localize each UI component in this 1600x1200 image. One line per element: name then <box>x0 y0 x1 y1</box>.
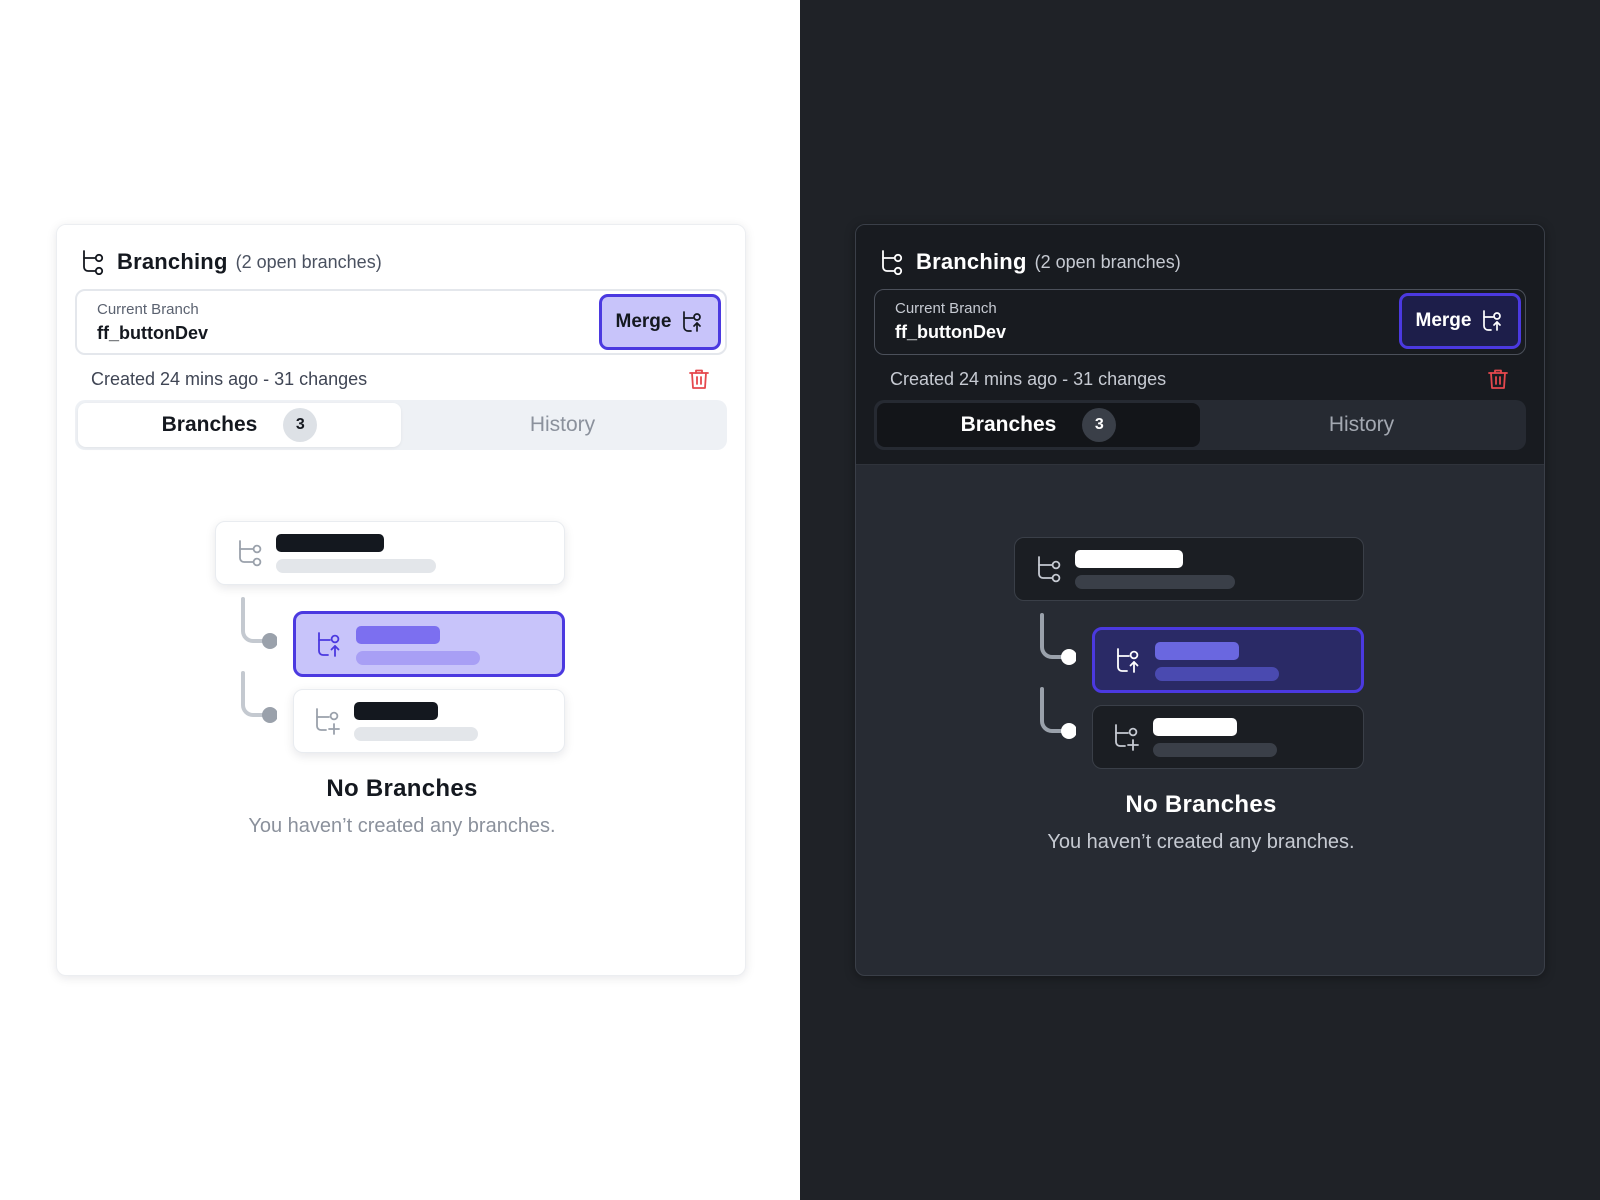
branch-icon <box>878 249 904 275</box>
branches-count-badge: 3 <box>1082 408 1117 442</box>
tab-branches-label: Branches <box>960 413 1057 436</box>
tab-history[interactable]: History <box>401 403 724 447</box>
placeholder-subtitle-bar <box>276 559 436 573</box>
tab-history[interactable]: History <box>1200 403 1523 447</box>
merge-button[interactable]: Merge <box>599 294 721 350</box>
empty-state-illustration <box>1014 537 1374 777</box>
current-branch-name: ff_buttonDev <box>97 323 208 343</box>
illustration-card-branch <box>215 521 565 585</box>
branch-icon <box>234 538 264 568</box>
placeholder-title-bar <box>1153 718 1237 736</box>
branch-icon <box>1033 554 1063 584</box>
merge-icon <box>1480 309 1504 333</box>
tab-branches[interactable]: Branches 3 <box>877 403 1200 447</box>
current-branch-box: Current Branch ff_buttonDev Merge <box>75 289 727 355</box>
open-branches-count: (2 open branches) <box>1034 251 1181 272</box>
placeholder-subtitle-bar <box>354 727 478 741</box>
branch-tabs: Branches 3 History <box>874 400 1526 450</box>
branch-icon <box>79 249 105 275</box>
tab-branches-label: Branches <box>161 413 258 436</box>
dark-theme-area: Branching (2 open branches) Current Bran… <box>800 0 1600 1200</box>
placeholder-subtitle-bar <box>1155 667 1279 681</box>
merge-button-label: Merge <box>615 311 672 332</box>
open-branches-count: (2 open branches) <box>235 251 382 272</box>
placeholder-subtitle-bar <box>1153 743 1277 757</box>
add-branch-icon <box>1111 722 1141 752</box>
panel-header-section: Branching (2 open branches) Current Bran… <box>856 225 1544 465</box>
current-branch-box: Current Branch ff_buttonDev Merge <box>874 289 1526 355</box>
merge-icon <box>1113 646 1143 676</box>
tree-connector <box>1036 613 1077 665</box>
empty-state-illustration <box>215 521 575 761</box>
illustration-card-branch <box>1014 537 1364 601</box>
light-theme-area: Branching (2 open branches) Current Bran… <box>0 0 800 1200</box>
merge-icon <box>680 310 704 334</box>
panel-title-row: Branching (2 open branches) <box>878 247 1181 277</box>
placeholder-title-bar <box>356 626 440 644</box>
illustration-card-merge <box>293 611 565 677</box>
merge-button-label: Merge <box>1415 310 1472 331</box>
illustration-card-add-branch <box>1092 705 1364 769</box>
tree-connector <box>1036 687 1077 739</box>
empty-state-title: No Branches <box>1125 791 1277 818</box>
empty-state-title: No Branches <box>326 775 478 802</box>
branch-tabs: Branches 3 History <box>75 400 727 450</box>
branching-panel-light: Branching (2 open branches) Current Bran… <box>56 224 746 976</box>
merge-button[interactable]: Merge <box>1399 293 1521 349</box>
placeholder-title-bar <box>276 534 384 552</box>
panel-header-section: Branching (2 open branches) Current Bran… <box>57 225 745 465</box>
branching-panel-dark: Branching (2 open branches) Current Bran… <box>855 224 1545 976</box>
empty-state-subtitle: You haven’t created any branches. <box>1047 831 1355 853</box>
tab-branches[interactable]: Branches 3 <box>78 403 401 447</box>
placeholder-title-bar <box>1155 642 1239 660</box>
illustration-card-merge <box>1092 627 1364 693</box>
merge-icon <box>314 630 344 660</box>
panel-title: Branching <box>916 249 1027 274</box>
empty-state-subtitle: You haven’t created any branches. <box>248 815 556 837</box>
current-branch-label: Current Branch <box>895 300 997 317</box>
trash-icon[interactable] <box>687 367 711 391</box>
tree-connector <box>237 597 278 649</box>
illustration-card-add-branch <box>293 689 565 753</box>
tab-history-label: History <box>529 413 596 436</box>
placeholder-subtitle-bar <box>356 651 480 665</box>
trash-icon[interactable] <box>1486 367 1510 391</box>
panel-title-row: Branching (2 open branches) <box>79 247 382 277</box>
panel-title: Branching <box>117 249 228 274</box>
current-branch-name: ff_buttonDev <box>895 322 1006 342</box>
placeholder-subtitle-bar <box>1075 575 1235 589</box>
placeholder-title-bar <box>354 702 438 720</box>
add-branch-icon <box>312 706 342 736</box>
tree-connector <box>237 671 278 723</box>
created-info: Created 24 mins ago - 31 changes <box>890 368 1167 389</box>
created-info: Created 24 mins ago - 31 changes <box>91 368 368 389</box>
branches-count-badge: 3 <box>283 408 318 442</box>
branch-meta-row: Created 24 mins ago - 31 changes <box>890 365 1510 393</box>
current-branch-label: Current Branch <box>97 301 199 318</box>
tab-history-label: History <box>1328 413 1395 436</box>
branch-meta-row: Created 24 mins ago - 31 changes <box>91 365 711 393</box>
placeholder-title-bar <box>1075 550 1183 568</box>
